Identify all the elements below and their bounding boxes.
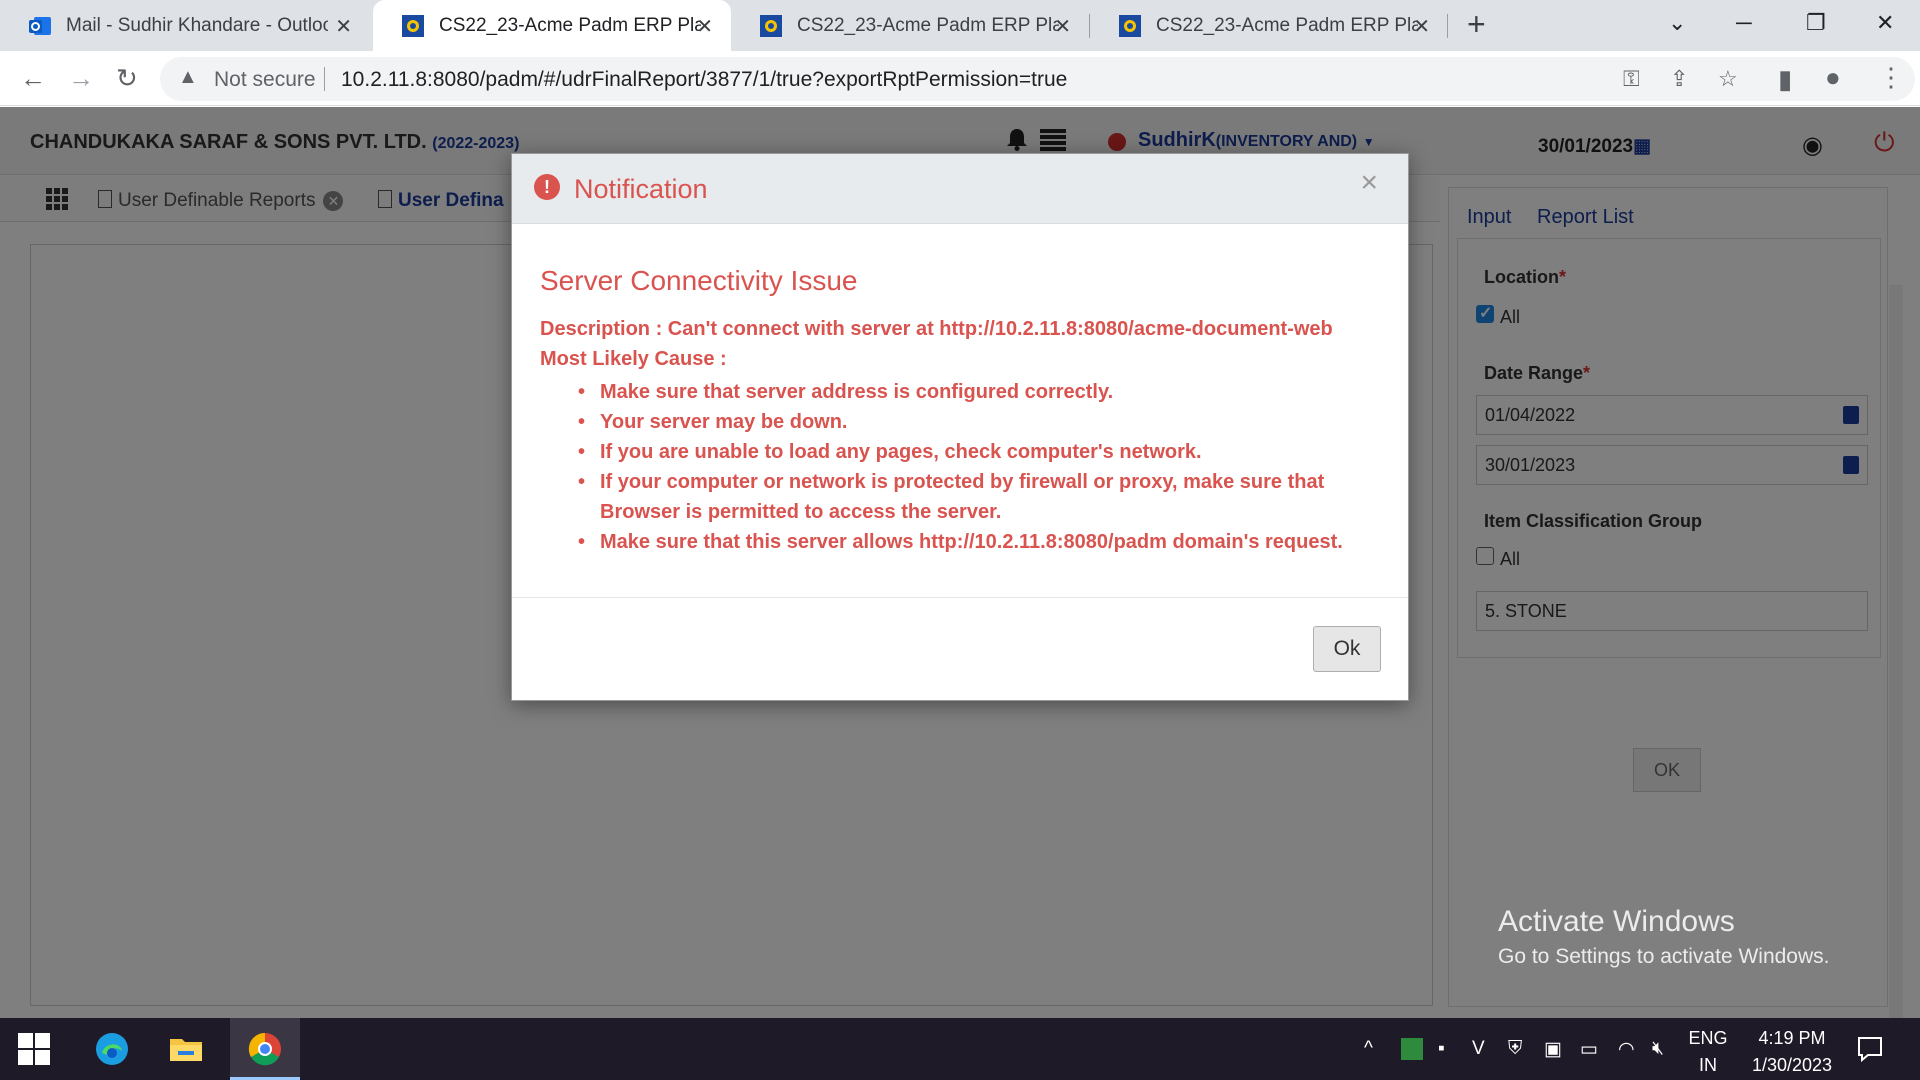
clock-time: 4:19 PM: [1758, 1028, 1826, 1048]
security-label[interactable]: Not secure: [214, 68, 316, 92]
watermark-line1: Activate Windows: [1498, 905, 1735, 938]
region-code: IN: [1699, 1055, 1717, 1075]
tab-search-icon[interactable]: ⌄: [1668, 10, 1686, 36]
screen: Mail - Sudhir Khandare - Outlook ✕ CS22_…: [0, 0, 1920, 1080]
tab-title: CS22_23-Acme Padm ERP Platform: [439, 14, 701, 36]
erp-app-icon: [760, 14, 782, 37]
share-icon[interactable]: ⇪: [1670, 66, 1688, 92]
star-icon[interactable]: ☆: [1718, 66, 1738, 92]
dialog-title: Notification: [574, 174, 708, 204]
notification-center-icon[interactable]: [1856, 1035, 1884, 1063]
exclamation-circle-icon: !: [534, 174, 560, 200]
side-panel-icon[interactable]: ▮: [1778, 64, 1792, 94]
browser-tab-strip: Mail - Sudhir Khandare - Outlook ✕ CS22_…: [0, 0, 1920, 51]
windows-start-icon[interactable]: [18, 1033, 50, 1065]
back-arrow-icon[interactable]: ←: [20, 63, 46, 93]
wifi-icon[interactable]: ◠: [1618, 1038, 1635, 1061]
tab-close-icon[interactable]: ✕: [1413, 14, 1430, 39]
close-icon[interactable]: ×: [1360, 166, 1378, 200]
forward-arrow-icon[interactable]: →: [68, 63, 94, 93]
list-item: Your server may be down.: [578, 407, 1390, 437]
cause-label: Most Likely Cause :: [540, 348, 727, 370]
network-drive-icon[interactable]: ▪: [1438, 1038, 1445, 1060]
speaker-muted-icon[interactable]: 🔇︎: [1652, 1038, 1664, 1060]
list-item: Make sure that this server allows http:/…: [578, 527, 1390, 557]
erp-app-icon: [402, 14, 424, 37]
tab-close-icon[interactable]: ✕: [696, 14, 713, 39]
kebab-menu-icon[interactable]: ⋮: [1878, 62, 1904, 92]
list-item: If you are unable to load any pages, che…: [578, 437, 1390, 467]
dialog-header: ! Notification ×: [512, 154, 1408, 224]
key-icon[interactable]: ⚿: [1623, 66, 1640, 92]
browser-tab-erp-active[interactable]: CS22_23-Acme Padm ERP Platform ✕: [373, 0, 731, 51]
close-window-button[interactable]: ✕: [1876, 10, 1894, 36]
dialog-footer: Ok: [512, 597, 1408, 700]
issue-title: Server Connectivity Issue: [540, 265, 858, 296]
reload-icon[interactable]: ↻: [116, 63, 138, 93]
show-hidden-icons-chevron-icon[interactable]: ^: [1364, 1038, 1373, 1060]
tab-separator: [1447, 14, 1448, 38]
error-description: Description : Can't connect with server …: [540, 318, 1333, 340]
clock[interactable]: 4:19 PM 1/30/2023: [1738, 1028, 1846, 1076]
list-item: Make sure that server address is configu…: [578, 377, 1390, 407]
omnibox-divider: [324, 67, 325, 91]
file-explorer-icon[interactable]: [168, 1031, 204, 1067]
warning-icon[interactable]: ▲: [178, 66, 198, 89]
tab-title: CS22_23-Acme Padm ERP Platform: [1156, 14, 1418, 36]
outlook-icon: [29, 16, 51, 35]
shield-icon[interactable]: ⛨: [1508, 1038, 1522, 1060]
new-tab-button[interactable]: +: [1467, 8, 1486, 40]
chrome-icon[interactable]: [247, 1031, 283, 1067]
tab-title: CS22_23-Acme Padm ERP Platform: [797, 14, 1059, 36]
browser-tab-outlook[interactable]: Mail - Sudhir Khandare - Outlook ✕: [0, 0, 370, 51]
erp-app-icon: [1119, 14, 1141, 37]
activate-windows-watermark: Activate Windows Go to Settings to activ…: [1498, 905, 1830, 969]
address-bar[interactable]: ▲ Not secure 10.2.11.8:8080/padm/#/udrFi…: [160, 57, 1915, 101]
list-item: If your computer or network is protected…: [578, 467, 1390, 527]
clock-date: 1/30/2023: [1751, 1055, 1833, 1075]
windows-taskbar: ^ ▪ V ⛨ ▣ ▭ ◠ 🔇︎ ENG IN 4:19 PM 1/30/202…: [0, 1018, 1920, 1080]
tab-title: Mail - Sudhir Khandare - Outlook: [66, 14, 328, 36]
notification-dialog: ! Notification × Server Connectivity Iss…: [511, 153, 1409, 701]
browser-tab-erp[interactable]: CS22_23-Acme Padm ERP Platform ✕: [731, 0, 1089, 51]
excel-sync-icon[interactable]: [1401, 1038, 1423, 1060]
display-icon[interactable]: ▣: [1544, 1038, 1562, 1061]
dialog-body: Server Connectivity Issue Description : …: [512, 225, 1408, 597]
browser-tab-erp[interactable]: CS22_23-Acme Padm ERP Platform ✕: [1090, 0, 1448, 51]
language-code: ENG: [1688, 1028, 1728, 1048]
minimize-button[interactable]: ─: [1736, 10, 1752, 36]
watermark-line2: Go to Settings to activate Windows.: [1498, 945, 1830, 968]
tab-close-icon[interactable]: ✕: [1054, 14, 1071, 39]
cause-list: Make sure that server address is configu…: [578, 377, 1390, 557]
language-indicator[interactable]: ENG IN: [1686, 1028, 1730, 1076]
profile-avatar-icon[interactable]: ●: [1825, 62, 1841, 92]
restore-button[interactable]: ❐: [1806, 10, 1826, 36]
v-app-icon[interactable]: V: [1472, 1038, 1485, 1060]
tab-close-icon[interactable]: ✕: [335, 14, 352, 39]
battery-icon[interactable]: ▭: [1580, 1038, 1598, 1061]
url-text[interactable]: 10.2.11.8:8080/padm/#/udrFinalReport/387…: [341, 68, 1067, 92]
ok-button[interactable]: Ok: [1313, 626, 1381, 672]
edge-browser-icon[interactable]: [94, 1031, 130, 1067]
browser-toolbar: ← → ↻ ▲ Not secure 10.2.11.8:8080/padm/#…: [0, 51, 1920, 106]
